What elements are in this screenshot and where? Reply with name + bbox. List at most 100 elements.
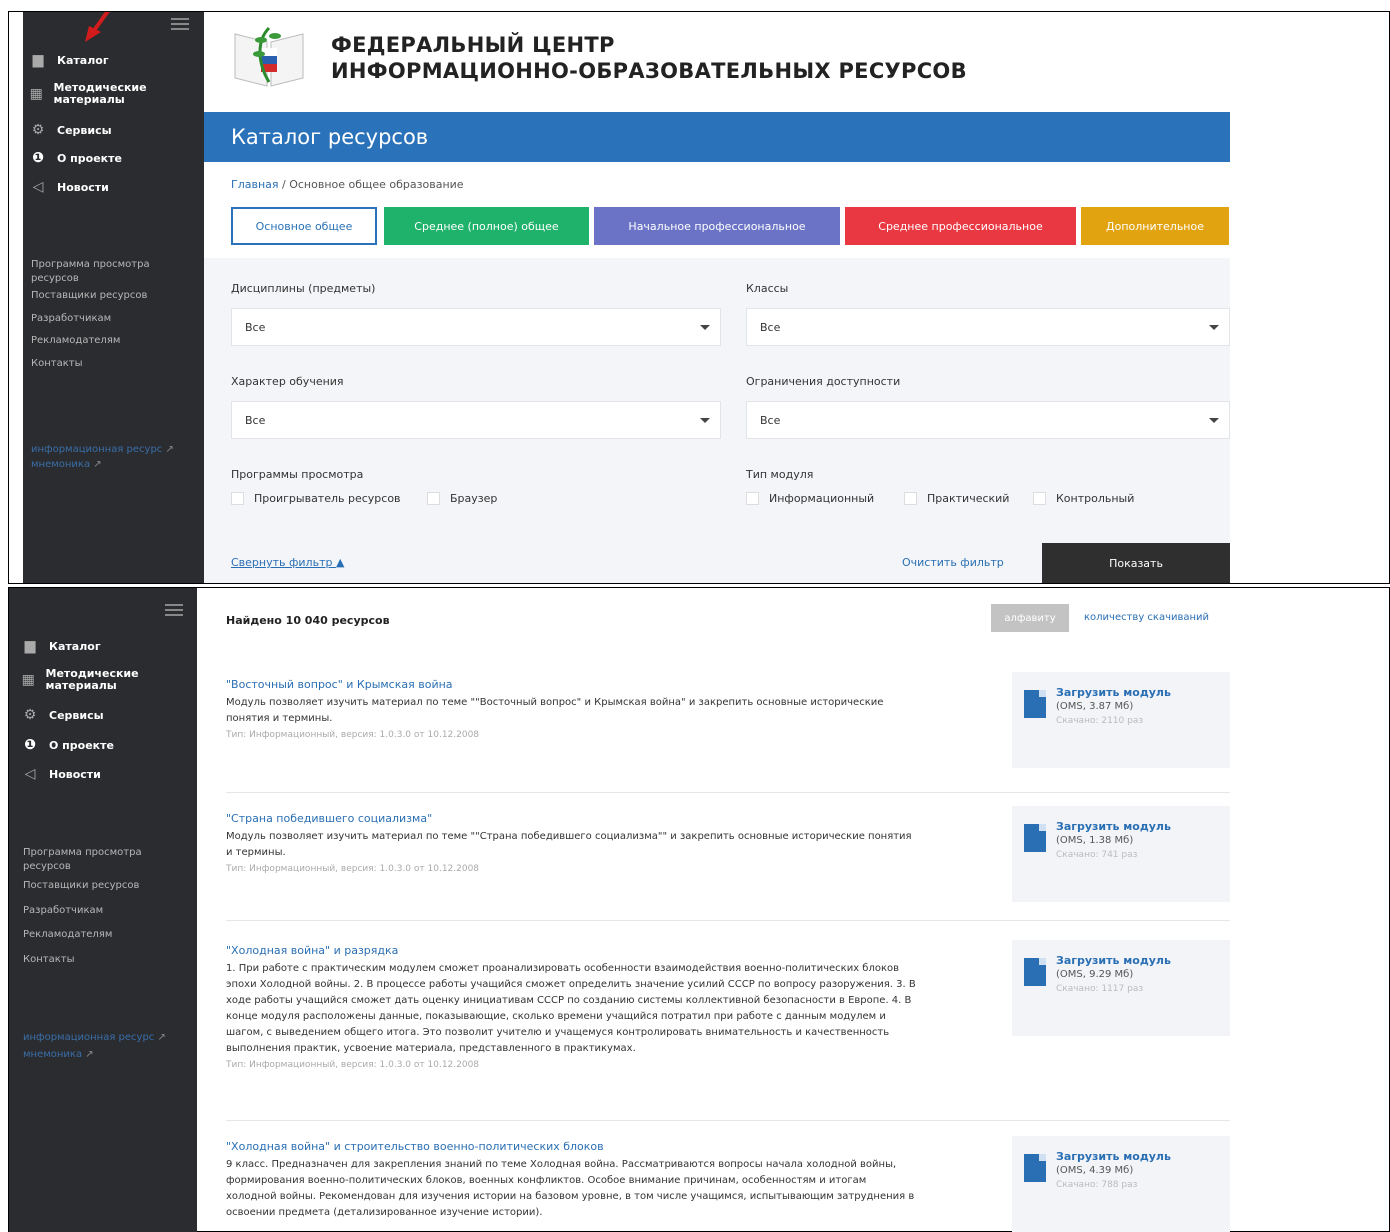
download-module-link[interactable]: Загрузить модуль: [1056, 1150, 1171, 1163]
character-select[interactable]: Все: [231, 401, 721, 439]
catalog-title: Каталог ресурсов: [231, 125, 429, 149]
download-count: Скачано: 2110 раз: [1056, 716, 1144, 726]
breadcrumb-home[interactable]: Главная: [231, 178, 279, 191]
classes-select[interactable]: Все: [746, 308, 1230, 346]
programs-label: Программы просмотра: [231, 468, 364, 481]
checkbox-label: Практический: [927, 492, 1010, 505]
collapse-filter-link[interactable]: Свернуть фильтр ▲: [231, 556, 344, 569]
results-count: Найдено 10 040 ресурсов: [226, 614, 390, 627]
external-link-2[interactable]: мнемоника ↗: [31, 459, 174, 470]
bottom-panel: ▆ Каталог ▦ Методические материалы ⚙ Сер…: [9, 588, 1389, 1232]
tab-label: Среднее (полное) общее: [414, 219, 559, 233]
result-description: 1. При работе с практическим модулем смо…: [226, 963, 916, 1054]
result-item: "Восточный вопрос" и Крымская война Моду…: [226, 678, 916, 740]
divider: [226, 1120, 1230, 1121]
result-meta: Тип: Информационный, версия: 1.0.3.0 от …: [226, 1060, 480, 1070]
external-link-1[interactable]: информационная ресурс ↗: [31, 444, 174, 455]
external-link-icon: ↗: [157, 1032, 166, 1043]
clear-filter-link[interactable]: Очистить фильтр: [902, 556, 1004, 569]
sidebar-link-viewer[interactable]: Программа просмотра ресурсов: [31, 258, 161, 285]
sidebar-link-contacts[interactable]: Контакты: [31, 357, 161, 371]
sidebar-item-services[interactable]: ⚙ Сервисы: [21, 707, 104, 723]
download-count: Скачано: 1117 раз: [1056, 984, 1144, 994]
sidebar-link-viewer[interactable]: Программа просмотра ресурсов: [23, 846, 153, 873]
sidebar-link-developers[interactable]: Разработчикам: [31, 312, 161, 326]
result-description: Модуль позволяет изучить материал по тем…: [226, 831, 912, 858]
download-module-link[interactable]: Загрузить модуль: [1056, 954, 1171, 967]
external-link-icon: ↗: [165, 444, 174, 455]
hamburger-icon[interactable]: [171, 18, 189, 33]
info-icon: ❶: [24, 737, 36, 753]
sidebar-link-providers[interactable]: Поставщики ресурсов: [23, 879, 153, 893]
sidebar-item-news[interactable]: ◁ Новости: [21, 766, 101, 782]
result-title[interactable]: "Восточный вопрос" и Крымская война: [226, 678, 916, 691]
checkbox-informational[interactable]: Информационный: [746, 492, 874, 505]
result-title[interactable]: "Холодная война" и строительство военно-…: [226, 1140, 916, 1153]
checkbox-box[interactable]: [1033, 492, 1046, 505]
character-label: Характер обучения: [231, 375, 344, 388]
gear-icon: ⚙: [31, 122, 45, 138]
show-button[interactable]: Показать: [1042, 543, 1230, 583]
divider: [226, 792, 1230, 793]
checkbox-control[interactable]: Контрольный: [1033, 492, 1134, 505]
external-link-2[interactable]: мнемоника ↗: [23, 1049, 166, 1060]
tab-primary-professional[interactable]: Начальное профессиональное: [594, 207, 840, 245]
tab-additional[interactable]: Дополнительное: [1081, 207, 1229, 245]
sidebar-link-developers[interactable]: Разработчикам: [23, 904, 153, 918]
sidebar-link-contacts[interactable]: Контакты: [23, 953, 153, 967]
sidebar-item-materials[interactable]: ▦ Методические материалы: [21, 668, 181, 691]
disciplines-select[interactable]: Все: [231, 308, 721, 346]
sidebar-external: информационная ресурс ↗ мнемоника ↗: [23, 1032, 166, 1060]
sort-downloads-link[interactable]: количеству скачиваний: [1084, 612, 1209, 623]
hamburger-icon[interactable]: [165, 604, 183, 619]
sort-alpha-button[interactable]: алфавиту: [991, 604, 1069, 632]
disciplines-label: Дисциплины (предметы): [231, 282, 376, 295]
checkbox-player[interactable]: Проигрыватель ресурсов: [231, 492, 401, 505]
download-size: (OMS, 9.29 Мб): [1056, 969, 1134, 980]
download-size: (OMS, 1.38 Мб): [1056, 835, 1134, 846]
external-link-1[interactable]: информационная ресурс ↗: [23, 1032, 166, 1043]
sidebar-item-catalog[interactable]: ▆ Каталог: [29, 52, 109, 68]
checkbox-label: Браузер: [450, 492, 498, 505]
tab-secondary-professional[interactable]: Среднее профессиональное: [845, 207, 1076, 245]
sidebar-item-services[interactable]: ⚙ Сервисы: [29, 122, 112, 138]
sidebar-item-about[interactable]: ❶ О проекте: [29, 150, 122, 166]
sidebar-item-catalog[interactable]: ▆ Каталог: [21, 638, 101, 654]
tab-basic-general[interactable]: Основное общее: [231, 207, 377, 245]
checkbox-box[interactable]: [904, 492, 917, 505]
sidebar-item-materials[interactable]: ▦ Методические материалы: [29, 82, 189, 105]
tab-secondary-general[interactable]: Среднее (полное) общее: [384, 207, 589, 245]
result-description: 9 класс. Предназначен для закрепления зн…: [226, 1159, 915, 1218]
collapse-filter-label: Свернуть фильтр: [231, 556, 333, 569]
checkbox-practical[interactable]: Практический: [904, 492, 1009, 505]
sidebar-link-advertisers[interactable]: Рекламодателям: [23, 928, 153, 942]
checkbox-box[interactable]: [231, 492, 244, 505]
sidebar-link-providers[interactable]: Поставщики ресурсов: [31, 289, 161, 303]
checkbox-box[interactable]: [427, 492, 440, 505]
sidebar-item-about[interactable]: ❶ О проекте: [21, 737, 114, 753]
download-module-link[interactable]: Загрузить модуль: [1056, 686, 1171, 699]
sidebar-item-label: Сервисы: [57, 123, 112, 137]
megaphone-icon: ◁: [32, 179, 44, 195]
download-count: Скачано: 788 раз: [1056, 1180, 1138, 1190]
checkbox-browser[interactable]: Браузер: [427, 492, 497, 505]
file-icon: [1024, 1154, 1046, 1182]
external-link-label: мнемоника: [31, 459, 91, 470]
download-module-link[interactable]: Загрузить модуль: [1056, 820, 1171, 833]
result-title[interactable]: "Холодная война" и разрядка: [226, 944, 916, 957]
site-logo[interactable]: [231, 22, 307, 90]
external-link-icon: ↗: [93, 459, 102, 470]
sidebar-item-label: Новости: [57, 180, 109, 194]
file-icon: [1024, 958, 1046, 986]
sidebar-item-label: Методические материалы: [45, 667, 139, 692]
access-select[interactable]: Все: [746, 401, 1230, 439]
sidebar-item-label: Каталог: [57, 53, 109, 67]
sidebar-item-news[interactable]: ◁ Новости: [29, 179, 109, 195]
sidebar-link-advertisers[interactable]: Рекламодателям: [31, 334, 161, 348]
chevron-down-icon: [1209, 418, 1219, 423]
result-title[interactable]: "Страна победившего социализма": [226, 812, 916, 825]
site-title-line2: ИНФОРМАЦИОННО-ОБРАЗОВАТЕЛЬНЫХ РЕСУРСОВ: [331, 59, 967, 84]
external-link-label: информационная ресурс: [31, 444, 163, 455]
external-link-label: информационная ресурс: [23, 1032, 155, 1043]
checkbox-box[interactable]: [746, 492, 759, 505]
